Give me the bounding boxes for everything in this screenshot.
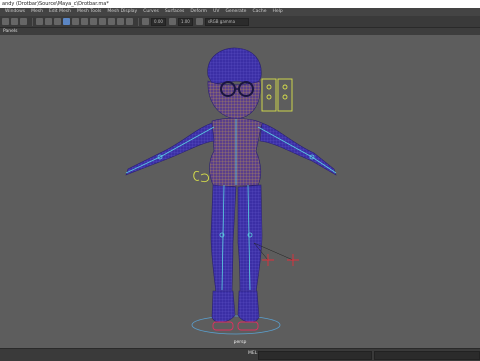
menu-curves[interactable]: Curves xyxy=(140,8,162,16)
wireframe-icon[interactable] xyxy=(63,18,70,25)
perspective-viewport[interactable] xyxy=(0,35,480,348)
command-input[interactable] xyxy=(258,351,372,360)
smooth-shade-icon[interactable] xyxy=(72,18,79,25)
script-language-toggle[interactable]: MEL xyxy=(248,351,257,356)
xray-icon[interactable] xyxy=(108,18,115,25)
gamma-field[interactable]: 1.00 xyxy=(177,17,193,26)
lock-camera-icon[interactable] xyxy=(11,18,18,25)
xray-joints-icon[interactable] xyxy=(117,18,124,25)
character-mesh[interactable] xyxy=(125,47,337,323)
menu-windows[interactable]: Windows xyxy=(2,8,28,16)
foot-control-right[interactable] xyxy=(237,321,259,331)
select-camera-icon[interactable] xyxy=(2,18,9,25)
hip-control[interactable] xyxy=(193,170,209,183)
exposure-icon[interactable] xyxy=(142,18,149,25)
camera-name-label: persp xyxy=(233,340,247,345)
menu-uv[interactable]: UV xyxy=(210,8,222,16)
menu-mesh-tools[interactable]: Mesh Tools xyxy=(74,8,104,16)
resolution-gate-icon[interactable] xyxy=(54,18,61,25)
character-rig-view xyxy=(125,47,337,335)
locator-knee-left[interactable] xyxy=(262,254,274,266)
facial-control-knob[interactable] xyxy=(266,84,272,90)
viewport-toolbar: 0.00 1.00 sRGB gamma xyxy=(0,16,480,28)
color-management-icon[interactable] xyxy=(195,18,203,25)
foot-control-left[interactable] xyxy=(212,321,234,331)
command-result-field xyxy=(374,351,480,360)
shadows-icon[interactable] xyxy=(99,18,106,25)
shoe-right xyxy=(237,290,260,323)
bookmark-icon[interactable] xyxy=(20,18,27,25)
gamma-icon[interactable] xyxy=(168,18,176,25)
facial-control-knob[interactable] xyxy=(266,94,272,100)
shoe-left xyxy=(211,290,236,323)
root-control[interactable] xyxy=(191,315,281,335)
panel-menu[interactable]: Panels xyxy=(0,28,480,35)
menu-edit-mesh[interactable]: Edit Mesh xyxy=(46,8,74,16)
exposure-field[interactable]: 0.00 xyxy=(151,17,166,26)
menu-deform[interactable]: Deform xyxy=(187,8,210,16)
film-gate-icon[interactable] xyxy=(45,18,52,25)
lights-icon[interactable] xyxy=(90,18,97,25)
command-line-bar: MEL xyxy=(0,348,480,361)
view-transform-select[interactable]: sRGB gamma xyxy=(204,17,249,26)
locator-knee-right[interactable] xyxy=(287,254,299,266)
menu-generate[interactable]: Generate xyxy=(222,8,249,16)
toolbar-divider xyxy=(32,17,33,26)
window-title: andy (Drotbar)Source\Maya_c\Drotbar.ma* xyxy=(0,0,480,8)
facial-control-knob[interactable] xyxy=(282,94,288,100)
textured-icon[interactable] xyxy=(81,18,88,25)
menu-surfaces[interactable]: Surfaces xyxy=(162,8,188,16)
menu-help[interactable]: Help xyxy=(269,8,285,16)
main-menu-bar: Windows Mesh Edit Mesh Mesh Tools Mesh D… xyxy=(0,8,480,16)
menu-mesh-display[interactable]: Mesh Display xyxy=(104,8,140,16)
menu-cache[interactable]: Cache xyxy=(249,8,269,16)
grid-icon[interactable] xyxy=(36,18,43,25)
isolate-select-icon[interactable] xyxy=(126,18,133,25)
facial-control-knob[interactable] xyxy=(282,84,288,90)
hair xyxy=(207,47,262,85)
menu-mesh[interactable]: Mesh xyxy=(28,8,46,16)
toolbar-divider xyxy=(138,17,139,26)
